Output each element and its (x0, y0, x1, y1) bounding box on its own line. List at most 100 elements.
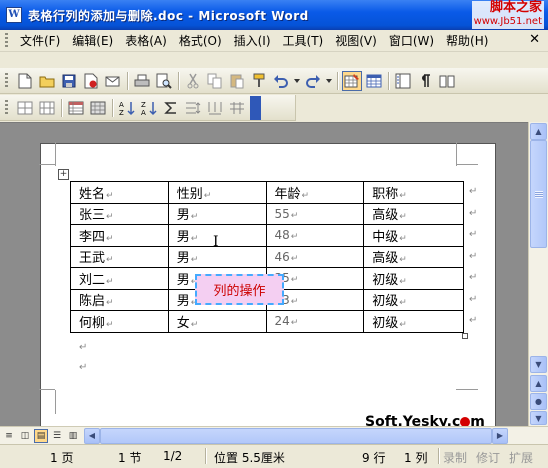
open-folder-icon[interactable] (37, 71, 57, 91)
undo-icon[interactable] (271, 71, 291, 91)
insert-table-icon[interactable] (364, 71, 384, 91)
sort-ascending-icon[interactable]: AZ (117, 98, 137, 118)
next-page-icon[interactable]: ▼ (530, 411, 547, 425)
split-cells-icon[interactable] (37, 98, 57, 118)
status-extend[interactable]: 扩展 (509, 449, 546, 466)
table-header-row[interactable]: 姓名↵ 性别↵ 年龄↵ 职称↵ (70, 181, 464, 204)
web-layout-view-icon[interactable]: ◫ (18, 429, 32, 443)
status-position[interactable]: 位置 5.5厘米 (214, 449, 285, 466)
permission-icon[interactable] (81, 71, 101, 91)
menu-view[interactable]: 视图(V) (329, 31, 383, 51)
header-cell-title[interactable]: 职称↵ (363, 181, 464, 204)
redo-dropdown-icon[interactable] (325, 71, 333, 91)
table-resize-handle[interactable] (462, 333, 468, 339)
undo-dropdown-icon[interactable] (293, 71, 301, 91)
status-page-of[interactable]: 1/2 (163, 449, 182, 463)
table-cell[interactable]: 男↵ (167, 202, 267, 225)
horizontal-scroll-track[interactable] (100, 427, 492, 444)
outline-view-icon[interactable]: ☰ (50, 429, 64, 443)
horizontal-scroll-thumb[interactable] (100, 427, 492, 444)
vertical-scrollbar[interactable]: ▲ ▼ ▲ ● ▼ (528, 122, 548, 426)
toolbar-options-icon[interactable] (250, 95, 261, 120)
table-properties-icon[interactable] (227, 98, 247, 118)
menu-window[interactable]: 窗口(W) (383, 31, 440, 51)
menu-insert[interactable]: 插入(I) (228, 31, 277, 51)
scroll-right-icon[interactable]: ▶ (492, 427, 508, 444)
status-page[interactable]: 1 页 (50, 449, 73, 466)
paste-icon[interactable] (227, 71, 247, 91)
toolbar-grip[interactable] (5, 99, 8, 116)
data-table[interactable]: 姓名↵ 性别↵ 年龄↵ 职称↵ 张三↵ 男↵ 55↵ 高级↵ 李四↵ 男↵ 48… (70, 181, 464, 333)
menu-table[interactable]: 表格(A) (119, 31, 173, 51)
distribute-columns-icon[interactable] (205, 98, 225, 118)
redo-icon[interactable] (303, 71, 323, 91)
horizontal-scrollbar[interactable]: ≡ ◫ ▤ ☰ ▥ ◀ ▶ (0, 426, 548, 444)
word-app-icon[interactable]: W (6, 7, 22, 23)
table-cell[interactable]: 初级↵ (363, 288, 464, 311)
vertical-scroll-thumb[interactable] (530, 140, 547, 248)
table-cell[interactable]: 初级↵ (363, 267, 464, 290)
merge-cells-icon[interactable] (15, 98, 35, 118)
table-cell[interactable]: 48↵ (265, 224, 365, 247)
reading-layout-view-icon[interactable]: ▥ (66, 429, 80, 443)
document-area[interactable]: + 姓名↵ 性别↵ 年龄↵ 职称↵ 张三↵ 男↵ 55↵ 高级↵ 李四↵ 男↵ … (0, 122, 528, 426)
header-cell-gender[interactable]: 性别↵ (167, 181, 267, 204)
menu-help[interactable]: 帮助(H) (440, 31, 494, 51)
select-browse-object-icon[interactable]: ● (530, 393, 547, 410)
table-row[interactable]: 王武↵ 男↵ 46↵ 高级↵ (70, 245, 464, 268)
previous-page-icon[interactable]: ▲ (530, 375, 547, 392)
menu-file[interactable]: 文件(F) (14, 31, 66, 51)
table-cell[interactable]: 王武↵ (70, 245, 169, 268)
table-cell[interactable]: 高级↵ (363, 245, 464, 268)
copy-icon[interactable] (205, 71, 225, 91)
tables-borders-icon[interactable] (342, 70, 362, 91)
distribute-rows-icon[interactable] (183, 98, 203, 118)
status-column[interactable]: 1 列 (404, 449, 427, 466)
autosum-icon[interactable] (161, 98, 181, 118)
scroll-up-icon[interactable]: ▲ (530, 123, 547, 140)
table-autoformat-icon[interactable] (66, 98, 86, 118)
normal-view-icon[interactable]: ≡ (2, 429, 16, 443)
table-cell[interactable]: 中级↵ (363, 224, 464, 247)
toolbar-grip[interactable] (5, 72, 8, 89)
document-map-icon[interactable] (393, 71, 413, 91)
table-cell[interactable]: 初级↵ (363, 310, 464, 333)
status-record[interactable]: 录制 (443, 449, 467, 466)
menu-edit[interactable]: 编辑(E) (66, 31, 119, 51)
scroll-left-icon[interactable]: ◀ (84, 427, 100, 444)
menu-tools[interactable]: 工具(T) (277, 31, 330, 51)
table-cell[interactable]: 张三↵ (70, 202, 169, 225)
table-cell[interactable]: 李四↵ (70, 224, 169, 247)
email-icon[interactable] (103, 71, 123, 91)
header-cell-name[interactable]: 姓名↵ (70, 181, 169, 204)
table-cell[interactable]: 55↵ (265, 202, 365, 225)
table-cell[interactable]: 刘二↵ (70, 267, 169, 290)
menu-format[interactable]: 格式(O) (173, 31, 228, 51)
show-formatting-icon[interactable] (415, 71, 435, 91)
table-cell[interactable]: 46↵ (265, 245, 365, 268)
new-document-icon[interactable] (15, 71, 35, 91)
table-cell[interactable]: 24↵ (265, 310, 365, 333)
cut-icon[interactable] (183, 71, 203, 91)
menubar-grip[interactable] (5, 32, 8, 49)
table-cell[interactable]: 陈启↵ (70, 288, 169, 311)
document-close-icon[interactable]: ✕ (529, 32, 540, 47)
title-bar[interactable]: W 表格行列的添加与删除.doc - Microsoft Word 脚本之家 w… (0, 0, 548, 30)
scroll-down-icon[interactable]: ▼ (530, 356, 547, 373)
table-move-handle-icon[interactable]: + (58, 169, 69, 180)
format-painter-icon[interactable] (249, 71, 269, 91)
table-row[interactable]: 李四↵ 男↵ 48↵ 中级↵ (70, 224, 464, 247)
table-row[interactable]: 何柳↵ 女↵ 24↵ 初级↵ (70, 310, 464, 333)
print-layout-view-icon[interactable]: ▤ (34, 428, 48, 443)
table-row[interactable]: 张三↵ 男↵ 55↵ 高级↵ (70, 202, 464, 225)
header-cell-age[interactable]: 年龄↵ (265, 181, 365, 204)
table-cell[interactable]: 高级↵ (363, 202, 464, 225)
status-section[interactable]: 1 节 (118, 449, 141, 466)
status-line[interactable]: 9 行 (362, 449, 385, 466)
print-preview-icon[interactable] (154, 71, 174, 91)
status-track-changes[interactable]: 修订 (476, 449, 500, 466)
save-icon[interactable] (59, 71, 79, 91)
sort-descending-icon[interactable]: ZA (139, 98, 159, 118)
print-icon[interactable] (132, 71, 152, 91)
read-mode-icon[interactable] (437, 71, 457, 91)
